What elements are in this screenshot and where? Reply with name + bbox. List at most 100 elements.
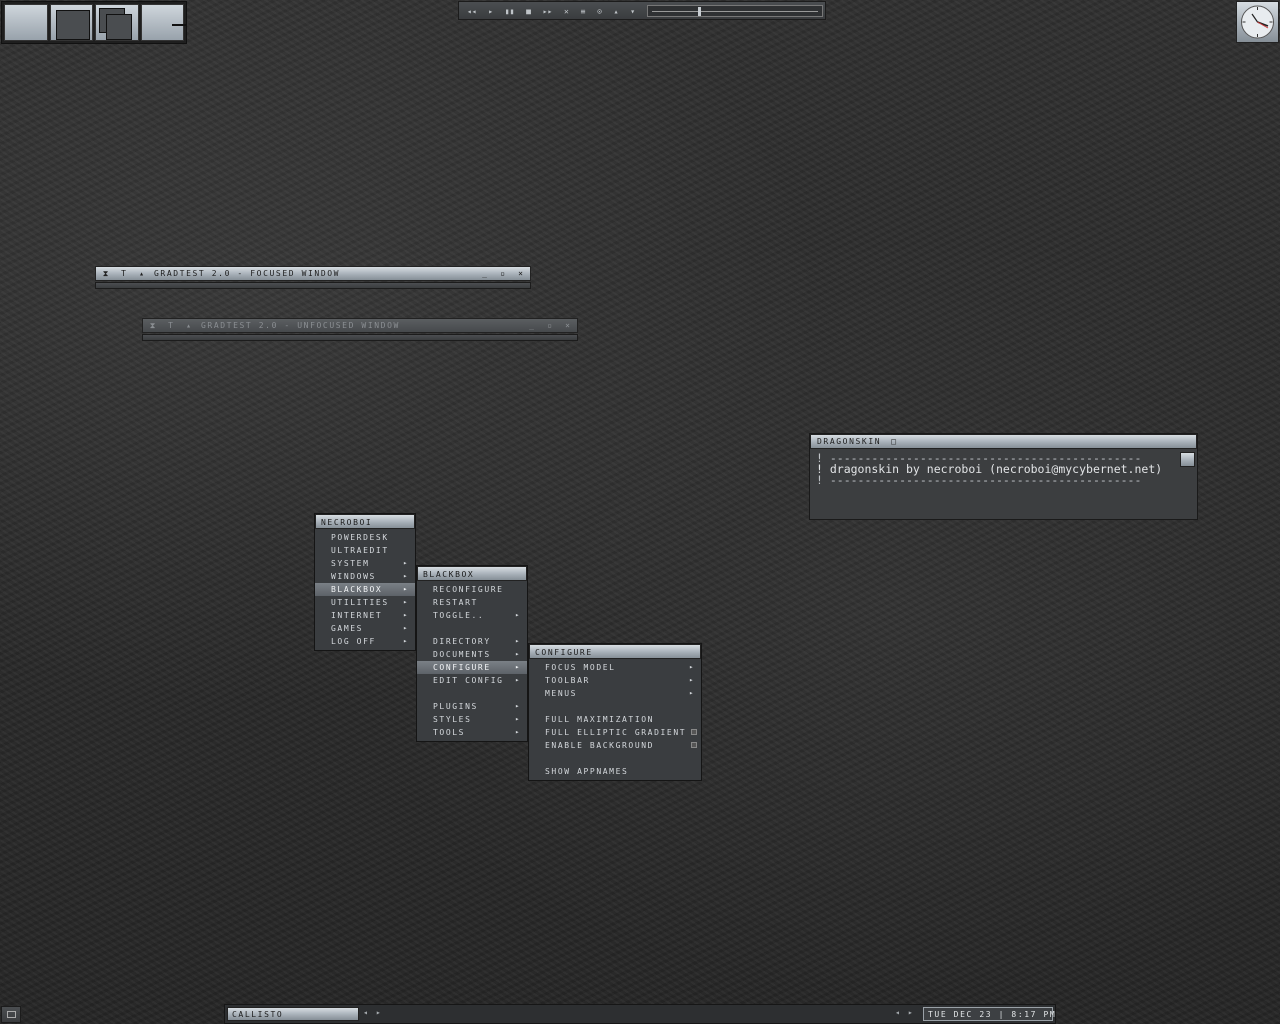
pause-icon[interactable]: ▮▮ (505, 7, 515, 16)
volume-down-icon[interactable]: ▾ (630, 7, 635, 16)
menu-item-reconfigure[interactable]: RECONFIGURE (417, 583, 527, 596)
chevron-right-icon: ▸ (403, 624, 409, 632)
workspace-4[interactable] (140, 4, 186, 41)
menu-item-full-elliptic-gradient[interactable]: FULL ELLIPTIC GRADIENT (529, 726, 701, 739)
volume-up-icon[interactable]: ▴ (614, 7, 619, 16)
chevron-right-icon: ▸ (515, 650, 521, 658)
menu-item-restart[interactable]: RESTART (417, 596, 527, 609)
menu-item-edit-config[interactable]: EDIT CONFIG ▸ (417, 674, 527, 687)
menu-item-internet[interactable]: INTERNET ▸ (315, 609, 415, 622)
menu-item-log-off[interactable]: LOG OFF ▸ (315, 635, 415, 648)
playlist-icon[interactable]: ≡ (581, 7, 586, 16)
menu-item-utilities[interactable]: UTILITIES ▸ (315, 596, 415, 609)
minimize-icon[interactable]: _ (526, 320, 537, 331)
menu-separator (417, 622, 527, 635)
menu-item-toolbar[interactable]: TOOLBAR ▸ (529, 674, 701, 687)
menu-items: RECONFIGURE RESTART TOGGLE.. ▸ DIRECTORY ▸… (417, 581, 527, 741)
configure-menu[interactable]: CONFIGURE FOCUS MODEL ▸ TOOLBAR ▸ MENUS ▸ F… (528, 643, 702, 781)
window-menu-icon[interactable]: ⧗ (100, 268, 111, 279)
menu-item-ultraedit[interactable]: ULTRAEDIT (315, 544, 415, 557)
workspace-label[interactable]: CALLISTO (227, 1007, 359, 1021)
menu-item-show-appnames[interactable]: SHOW APPNAMES (529, 765, 701, 778)
window-handle[interactable] (142, 334, 578, 341)
menu-item-blackbox[interactable]: BLACKBOX ▸ (315, 583, 415, 596)
checkbox-icon[interactable] (691, 742, 697, 748)
chevron-right-icon: ▸ (403, 598, 409, 606)
window-icon: □ (891, 437, 898, 446)
workspace-pager[interactable] (1, 1, 187, 44)
shade-icon[interactable]: ▴ (136, 268, 147, 279)
window-title: GRADTEST 2.0 - FOCUSED WINDOW (154, 269, 341, 278)
menu-title: NECROBOI (315, 514, 415, 529)
scroll-button[interactable] (1180, 452, 1195, 467)
chevron-right-icon: ▸ (689, 689, 695, 697)
menu-item-configure[interactable]: CONFIGURE ▸ (417, 661, 527, 674)
window-titlebar[interactable]: ⧗ T ▴ GRADTEST 2.0 - UNFOCUSED WINDOW _ … (142, 318, 578, 333)
menu-title: CONFIGURE (529, 644, 701, 659)
target-icon[interactable]: ⊙ (597, 7, 602, 16)
root-menu[interactable]: NECROBOI POWERDESK ULTRAEDIT SYSTEM ▸ WIN… (314, 513, 416, 651)
text-content: ! --------------------------------------… (810, 449, 1197, 490)
menu-separator (417, 687, 527, 700)
menu-item-toggle[interactable]: TOGGLE.. ▸ (417, 609, 527, 622)
slider-track (652, 11, 818, 12)
chevron-right-icon: ▸ (403, 572, 409, 580)
slider-knob[interactable] (698, 7, 701, 16)
menu-item-windows[interactable]: WINDOWS ▸ (315, 570, 415, 583)
checkbox-icon[interactable] (691, 729, 697, 735)
close-icon[interactable]: × (562, 320, 573, 331)
desktop-corner-button[interactable] (1, 1006, 21, 1023)
close-icon[interactable]: × (515, 268, 526, 279)
close-icon[interactable]: ✕ (564, 7, 569, 16)
window-menu-icon[interactable]: ⧗ (147, 320, 158, 331)
chevron-right-icon: ▸ (515, 728, 521, 736)
chevron-right-icon: ▸ (515, 611, 521, 619)
menu-item-focus-model[interactable]: FOCUS MODEL ▸ (529, 661, 701, 674)
chevron-right-icon: ▸ (689, 663, 695, 671)
menu-item-full-maximization[interactable]: FULL MAXIMIZATION (529, 713, 701, 726)
stick-icon[interactable]: T (118, 268, 129, 279)
window-handle[interactable] (95, 282, 531, 289)
stick-icon[interactable]: T (165, 320, 176, 331)
workspace-2[interactable] (49, 4, 93, 41)
minimize-icon[interactable]: _ (479, 268, 490, 279)
media-controls: ◂◂ ▸ ▮▮ ■ ▸▸ ✕ ≡ ⊙ ▴ ▾ (461, 4, 641, 18)
workspace-nav-arrows[interactable]: ◂ ▸ (363, 1008, 382, 1017)
forward-icon[interactable]: ▸▸ (543, 7, 553, 16)
window-title: DRAGONSKIN (817, 437, 882, 446)
menu-item-documents[interactable]: DOCUMENTS ▸ (417, 648, 527, 661)
menu-item-plugins[interactable]: PLUGINS ▸ (417, 700, 527, 713)
shade-icon[interactable]: ▴ (183, 320, 194, 331)
clock-icon (1241, 5, 1274, 39)
window-nav-arrows[interactable]: ◂ ▸ (895, 1008, 914, 1017)
window-titlebar[interactable]: ⧗ T ▴ GRADTEST 2.0 - FOCUSED WINDOW _ ▫ … (95, 266, 531, 281)
menu-item-menus[interactable]: MENUS ▸ (529, 687, 701, 700)
menu-item-styles[interactable]: STYLES ▸ (417, 713, 527, 726)
taskbar-clock: TUE DEC 23 | 8:17 PM (923, 1007, 1055, 1021)
window-titlebar[interactable]: DRAGONSKIN □ (810, 434, 1197, 449)
menu-item-games[interactable]: GAMES ▸ (315, 622, 415, 635)
menu-separator (529, 700, 701, 713)
play-icon[interactable]: ▸ (488, 7, 493, 16)
dragonskin-window[interactable]: DRAGONSKIN □ ! -------------------------… (809, 433, 1198, 520)
menu-items: POWERDESK ULTRAEDIT SYSTEM ▸ WINDOWS ▸ BLA… (315, 529, 415, 650)
maximize-icon[interactable]: ▫ (544, 320, 555, 331)
unfocused-window[interactable]: ⧗ T ▴ GRADTEST 2.0 - UNFOCUSED WINDOW _ … (142, 318, 578, 342)
maximize-icon[interactable]: ▫ (497, 268, 508, 279)
workspace-1[interactable] (4, 4, 48, 41)
text-line: ! --------------------------------------… (816, 473, 1142, 487)
focused-window[interactable]: ⧗ T ▴ GRADTEST 2.0 - FOCUSED WINDOW _ ▫ … (95, 266, 531, 290)
menu-item-system[interactable]: SYSTEM ▸ (315, 557, 415, 570)
stop-icon[interactable]: ■ (526, 7, 531, 16)
chevron-right-icon: ▸ (515, 702, 521, 710)
blackbox-menu[interactable]: BLACKBOX RECONFIGURE RESTART TOGGLE.. ▸ D… (416, 565, 528, 742)
menu-item-enable-background[interactable]: ENABLE BACKGROUND (529, 739, 701, 752)
menu-item-tools[interactable]: TOOLS ▸ (417, 726, 527, 739)
chevron-right-icon: ▸ (515, 676, 521, 684)
menu-item-directory[interactable]: DIRECTORY ▸ (417, 635, 527, 648)
volume-slider[interactable] (647, 5, 823, 17)
menu-item-powerdesk[interactable]: POWERDESK (315, 531, 415, 544)
chevron-right-icon: ▸ (403, 611, 409, 619)
workspace-3[interactable] (95, 4, 139, 41)
rewind-icon[interactable]: ◂◂ (467, 7, 477, 16)
